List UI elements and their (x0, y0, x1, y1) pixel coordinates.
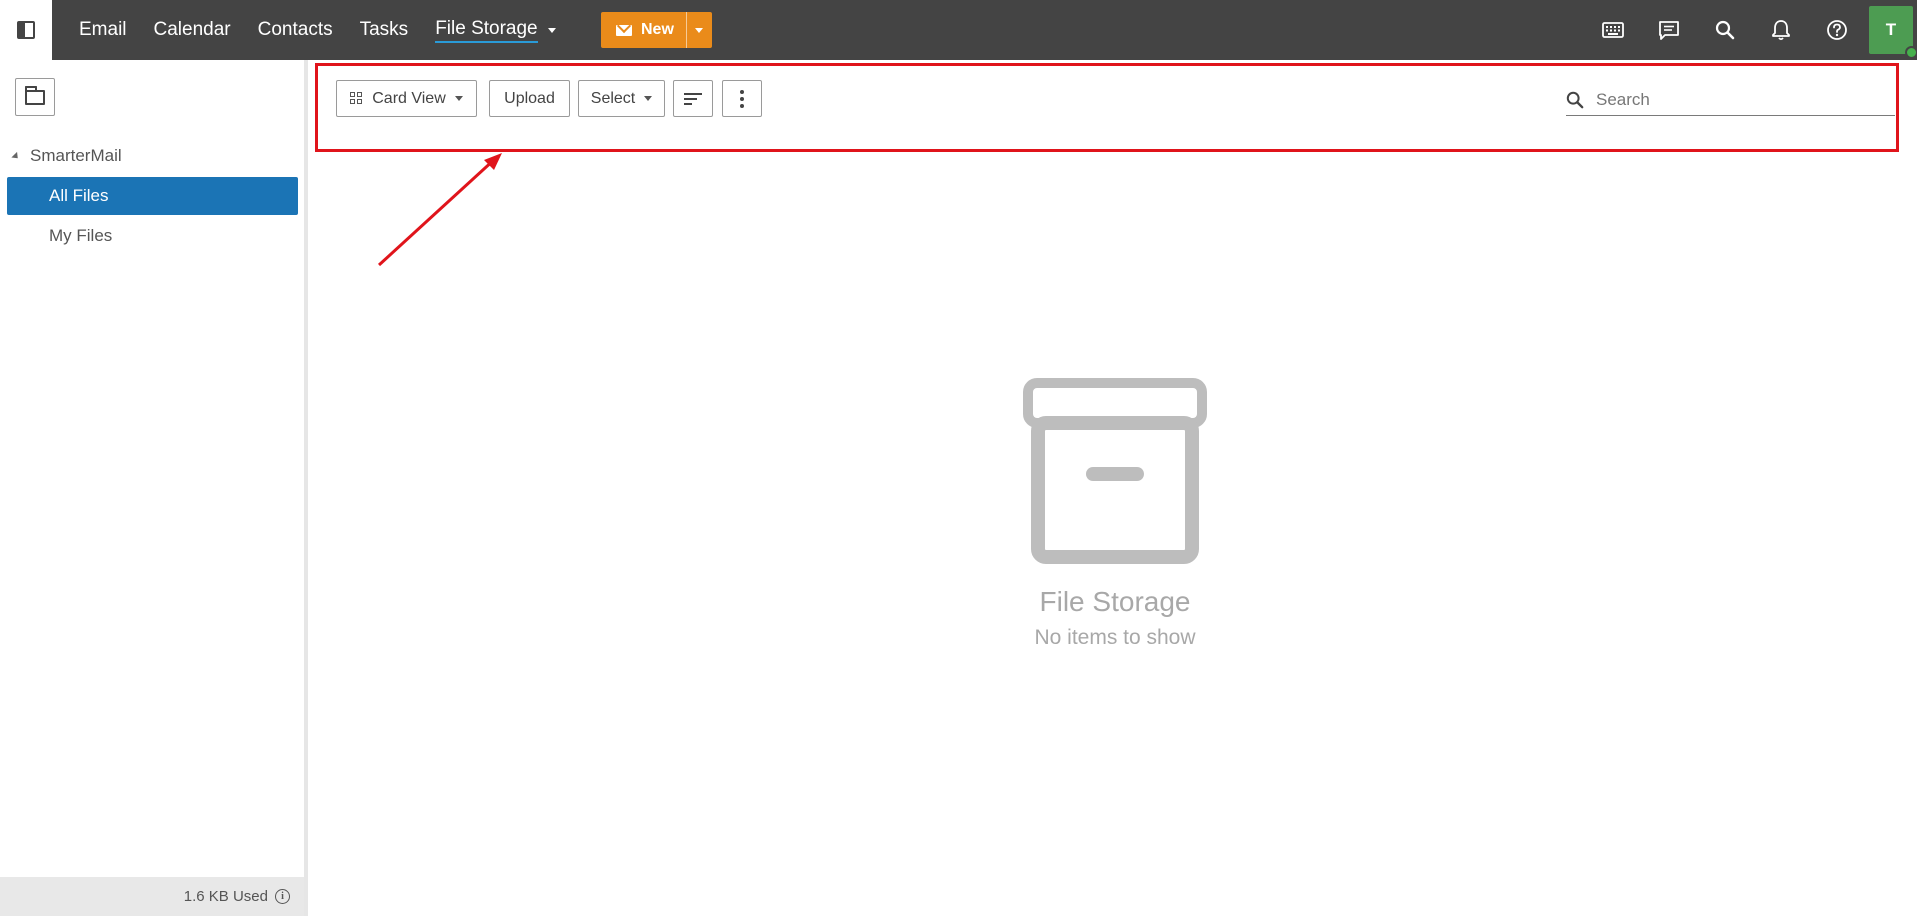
sidebar-toggle-icon (17, 21, 35, 39)
tree-root-label: SmarterMail (30, 146, 122, 165)
envelope-icon (616, 24, 632, 36)
help-button[interactable] (1809, 0, 1865, 60)
info-icon[interactable]: i (275, 889, 290, 904)
toolbar-highlight-box (315, 63, 1899, 152)
chevron-down-icon (547, 27, 556, 33)
nav-email[interactable]: Email (79, 19, 127, 41)
empty-state-subtitle: No items to show (1034, 626, 1196, 649)
folder-sidebar: SmarterMail All Files My Files 1.6 KB Us… (0, 60, 308, 916)
nav-file-storage-label: File Storage (435, 18, 538, 43)
annotation-arrow (377, 153, 502, 267)
expand-triangle-icon (11, 151, 21, 161)
top-navigation-bar: Email Calendar Contacts Tasks File Stora… (0, 0, 1917, 60)
keyboard-icon (1602, 22, 1624, 38)
nav-contacts[interactable]: Contacts (258, 19, 333, 41)
sidebar-item-label: My Files (49, 226, 113, 245)
search-icon (1715, 20, 1735, 40)
tree-root-smartermail[interactable]: SmarterMail (11, 146, 122, 166)
bell-icon (1772, 20, 1790, 41)
top-icons: T (1585, 0, 1917, 60)
new-folder-button[interactable] (15, 78, 55, 116)
chat-icon (1659, 21, 1679, 40)
sidebar-item-label: All Files (49, 186, 109, 205)
nav-file-storage[interactable]: File Storage (435, 18, 556, 43)
avatar: T (1869, 6, 1917, 59)
storage-used-text: 1.6 KB Used (183, 888, 268, 905)
new-dropdown-button[interactable] (687, 12, 712, 48)
sidebar-item-all-files[interactable]: All Files (7, 177, 298, 215)
notifications-button[interactable] (1753, 0, 1809, 60)
nav-calendar[interactable]: Calendar (154, 19, 231, 41)
new-button-label: New (641, 21, 674, 38)
chat-button[interactable] (1641, 0, 1697, 60)
avatar-initial: T (1885, 20, 1897, 39)
new-button-group: New (601, 12, 712, 48)
folder-icon (25, 85, 45, 105)
archive-box-icon (1023, 378, 1207, 564)
keyboard-shortcuts-button[interactable] (1585, 0, 1641, 60)
sidebar-toggle-button[interactable] (0, 0, 52, 60)
sidebar-item-my-files[interactable]: My Files (7, 217, 298, 255)
online-status-icon (1905, 46, 1917, 59)
account-menu[interactable]: T (1865, 0, 1917, 60)
chevron-down-icon (695, 27, 704, 33)
empty-state-title: File Storage (1039, 586, 1191, 617)
search-button[interactable] (1697, 0, 1753, 60)
new-button[interactable]: New (601, 12, 687, 48)
help-icon (1827, 20, 1847, 40)
storage-usage: 1.6 KB Used i (0, 877, 304, 916)
nav-tasks[interactable]: Tasks (360, 19, 409, 41)
empty-state: File Storage No items to show (1005, 378, 1225, 650)
main-nav: Email Calendar Contacts Tasks File Stora… (52, 0, 556, 60)
